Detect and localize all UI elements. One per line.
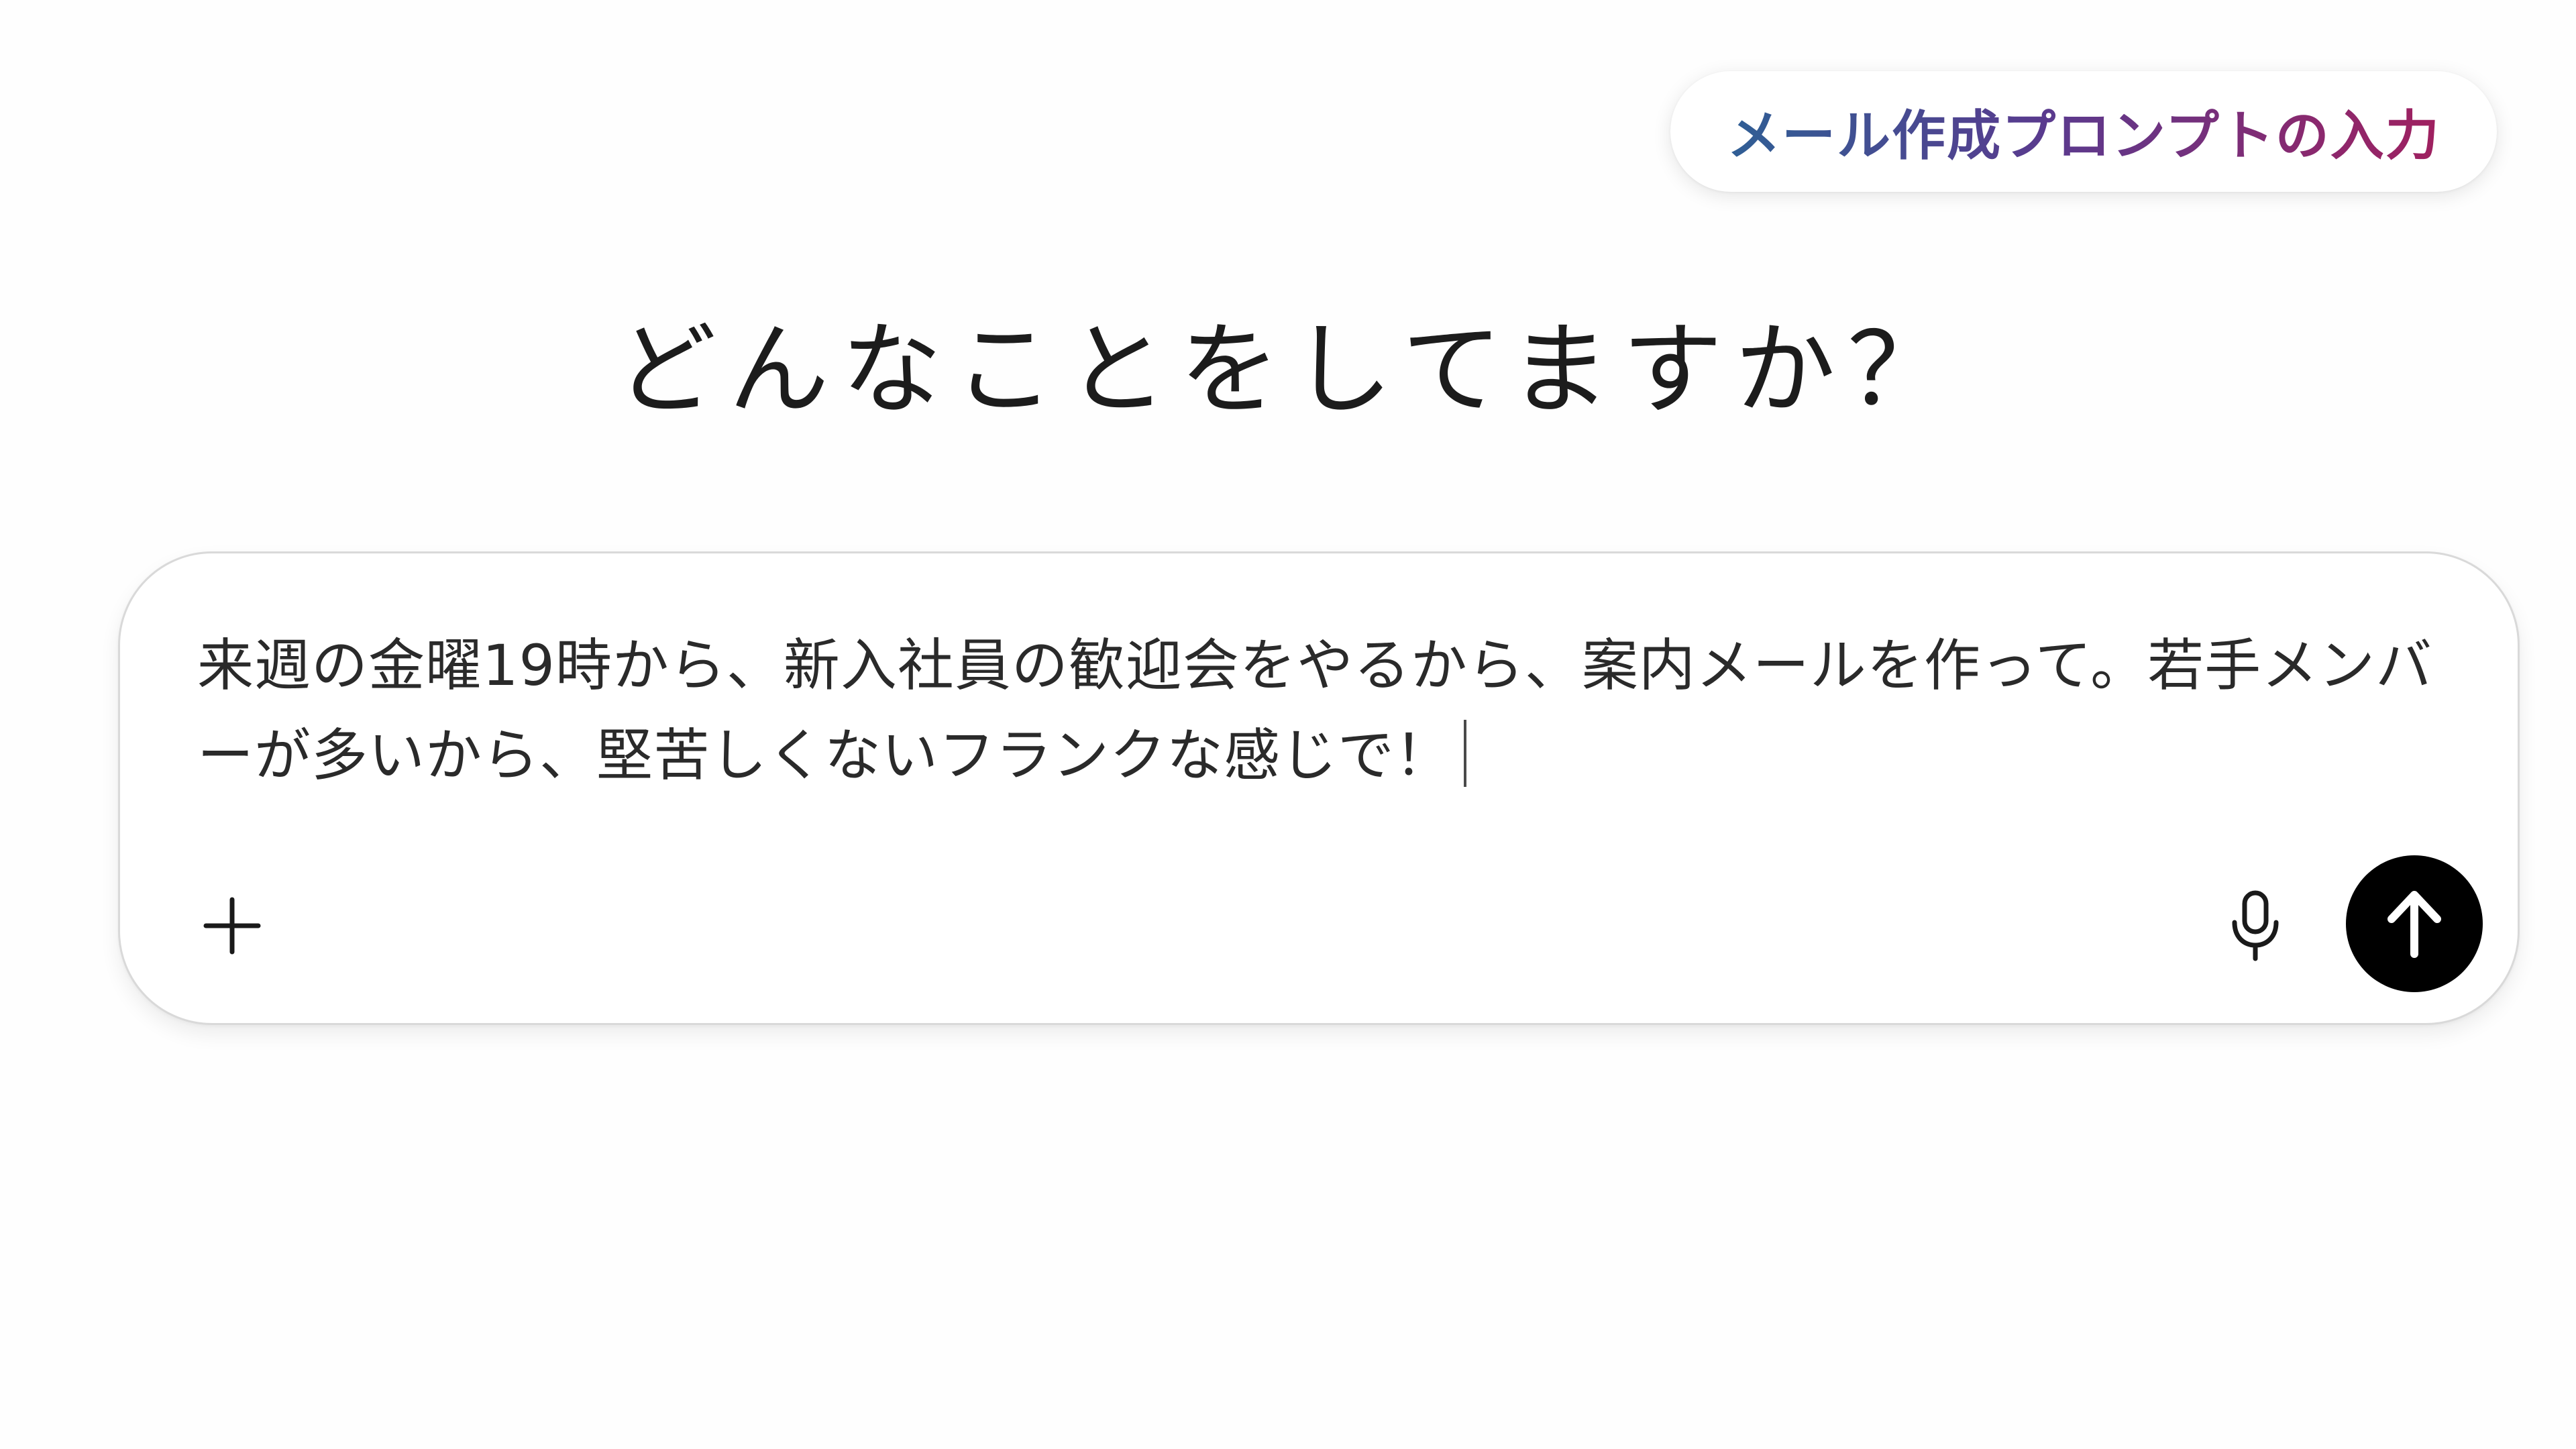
voice-input-button[interactable] <box>2212 882 2299 969</box>
text-caret <box>1464 720 1467 787</box>
add-attachment-button[interactable] <box>195 889 269 963</box>
prompt-input-value: 来週の金曜19時から、新入社員の歓迎会をやるから、案内メールを作って。若手メンバ… <box>197 633 2433 788</box>
arrow-up-icon <box>2387 891 2441 958</box>
page-title: どんなことをしてますか？ <box>615 312 1960 429</box>
prompt-composer: 来週の金曜19時から、新入社員の歓迎会をやるから、案内メールを作って。若手メンバ… <box>118 551 2520 1025</box>
send-button[interactable] <box>2346 855 2483 992</box>
plus-icon <box>203 897 261 955</box>
caption-text: メール作成プロンプトの入力 <box>1727 93 2440 170</box>
caption-badge: メール作成プロンプトの入力 <box>1670 71 2497 192</box>
microphone-icon <box>2232 890 2279 961</box>
prompt-input[interactable]: 来週の金曜19時から、新入社員の歓迎会をやるから、案内メールを作って。若手メンバ… <box>197 621 2438 800</box>
app-window: メール作成プロンプトの入力 どんなことをしてますか？ 来週の金曜19時から、新入… <box>0 0 2576 1449</box>
